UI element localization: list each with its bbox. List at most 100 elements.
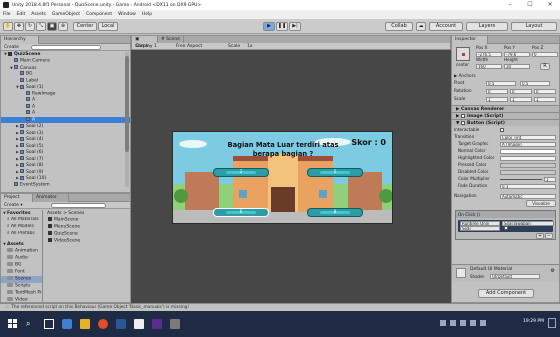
menu-component[interactable]: Component [86, 12, 112, 17]
asset-folder-item[interactable]: Scripts [1, 283, 42, 290]
width-field[interactable]: 160 [476, 64, 502, 69]
clock[interactable]: 19:29 PM [523, 319, 544, 324]
hand-tool-icon[interactable]: ✋ [3, 22, 13, 31]
answer-button-b[interactable]: 5 [307, 168, 363, 177]
image-component-header[interactable]: ▶ Image (Script) [452, 112, 559, 119]
rotate-tool-icon[interactable]: ↻ [25, 22, 35, 31]
scale-tool-icon[interactable]: ⤡ [36, 22, 46, 31]
answer-button-a[interactable]: 2 [213, 168, 269, 177]
navigation-dropdown[interactable]: Automatic [500, 194, 556, 199]
maximize-icon[interactable]: ☐ [520, 0, 540, 10]
transition-dropdown[interactable]: Color Tint [500, 135, 556, 140]
volume-icon[interactable] [470, 320, 476, 326]
wifi-icon[interactable] [460, 320, 466, 326]
bool-argument-checkbox[interactable] [504, 226, 508, 230]
game-canvas[interactable]: Skor : 0 Bagian Mata Luar terdiri atas b… [172, 131, 393, 224]
scene-row[interactable]: ▼ QuizScene [1, 51, 130, 58]
asset-folder-item[interactable]: BG [1, 262, 42, 269]
search-icon[interactable]: ⌕ [26, 319, 36, 329]
pivot-y-field[interactable]: 0.5 [520, 81, 550, 86]
normal-color-field[interactable] [500, 149, 556, 154]
chrome-icon[interactable] [98, 319, 108, 329]
scale-y-field[interactable]: 1 [510, 97, 532, 102]
minimize-icon[interactable]: – [500, 0, 520, 10]
asset-folder-item[interactable]: Scenes [1, 276, 42, 283]
tab-project[interactable]: Project [1, 194, 33, 202]
tab-scene[interactable]: # Scene [158, 36, 184, 43]
play-button[interactable]: ▶ [263, 22, 275, 31]
function-dropdown[interactable]: Soal.Jawaban [502, 221, 554, 226]
add-component-button[interactable]: Add Component [478, 289, 534, 298]
anchor-preset-icon[interactable] [456, 47, 470, 61]
rotation-x-field[interactable]: 0 [486, 89, 508, 94]
word-icon[interactable] [116, 319, 126, 329]
battery-icon[interactable] [480, 320, 486, 326]
windows-start-icon[interactable] [8, 319, 18, 329]
aspect-dropdown[interactable]: Free Aspect [176, 43, 202, 50]
scene-file-item[interactable]: MenuScene [44, 224, 130, 231]
notification-icon[interactable] [548, 318, 556, 328]
pos-z-field[interactable]: 0 [532, 52, 558, 57]
favorite-item[interactable]: ⌕ All Models [1, 224, 42, 231]
rotation-z-field[interactable]: 0 [534, 89, 556, 94]
object-field[interactable]: Soal [460, 226, 500, 231]
tab-game[interactable]: ▣ Game [132, 36, 158, 49]
app-icon[interactable] [170, 319, 180, 329]
image-enabled-checkbox[interactable] [461, 113, 466, 118]
hierarchy-item[interactable]: EventSystem [1, 181, 130, 189]
transform-tool-icon[interactable]: ⊕ [58, 22, 68, 31]
task-view-icon[interactable] [44, 319, 54, 329]
step-button[interactable]: ▶| [289, 22, 301, 31]
collab-button[interactable]: Collab [385, 22, 413, 31]
pivot-x-field[interactable]: 0.5 [486, 81, 516, 86]
favorite-item[interactable]: ⌕ All Materials [1, 217, 42, 224]
asset-folder-item[interactable]: Animation [1, 248, 42, 255]
answer-button-c[interactable]: 6 [213, 208, 269, 217]
tray-icon[interactable] [440, 320, 446, 326]
asset-folder-item[interactable]: Font [1, 269, 42, 276]
target-graphic-field[interactable]: A (Image) [500, 142, 556, 147]
display-dropdown[interactable]: Display 1 [136, 43, 157, 50]
disabled-color-field[interactable] [500, 170, 556, 175]
layout-dropdown[interactable]: Layout [511, 22, 557, 31]
edge-icon[interactable] [62, 319, 72, 329]
project-search-input[interactable] [51, 203, 106, 208]
account-dropdown[interactable]: Account [429, 22, 463, 31]
menu-edit[interactable]: Edit [17, 12, 26, 17]
color-multiplier-slider[interactable] [500, 179, 542, 180]
scene-file-item[interactable]: VideoScene [44, 238, 130, 245]
close-icon[interactable]: ✕ [540, 0, 560, 10]
answer-button-d[interactable]: 8 [307, 208, 363, 217]
scale-z-field[interactable]: 1 [534, 97, 556, 102]
file-explorer-icon[interactable] [80, 319, 90, 329]
canvas-renderer-header[interactable]: ▶ Canvas Renderer [452, 105, 559, 112]
hierarchy-search-input[interactable] [31, 45, 101, 50]
add-event-button[interactable]: + [536, 233, 544, 239]
visual-studio-icon[interactable] [152, 319, 162, 329]
scene-file-item[interactable]: QuizScene [44, 231, 130, 238]
fade-duration-field[interactable]: 0.1 [500, 184, 556, 189]
interactable-checkbox[interactable] [500, 128, 504, 132]
tab-hierarchy[interactable]: Hierarchy [1, 36, 39, 44]
console-status-bar[interactable]: ⚠ The referenced script on this Behaviou… [0, 303, 560, 311]
rotation-y-field[interactable]: 0 [510, 89, 532, 94]
onclick-entry[interactable]: Runtime Only Soal.Jawaban Soal [458, 220, 554, 232]
pause-button[interactable]: ❚❚ [276, 22, 288, 31]
favorite-item[interactable]: ⌕ All Prefabs [1, 231, 42, 238]
tray-icon[interactable] [450, 320, 456, 326]
menu-gameobject[interactable]: GameObject [52, 12, 80, 17]
height-field[interactable]: 30 [504, 64, 530, 69]
layers-dropdown[interactable]: Layers [466, 22, 508, 31]
highlighted-color-field[interactable] [500, 156, 556, 161]
rect-tool-icon[interactable]: ▣ [47, 22, 57, 31]
scale-x-field[interactable]: 1 [486, 97, 508, 102]
visualize-button[interactable]: Visualize [526, 200, 556, 207]
button-enabled-checkbox[interactable] [461, 120, 466, 125]
project-create-dropdown[interactable]: Create ▾ [4, 202, 23, 209]
create-dropdown[interactable]: Create [4, 44, 19, 51]
menu-window[interactable]: Window [118, 12, 136, 17]
asset-folder-item[interactable]: TextMesh Pro [1, 290, 42, 297]
move-tool-icon[interactable]: ✥ [14, 22, 24, 31]
raw-edit-button[interactable]: R [540, 63, 550, 70]
cloud-icon[interactable]: ☁ [416, 22, 426, 31]
